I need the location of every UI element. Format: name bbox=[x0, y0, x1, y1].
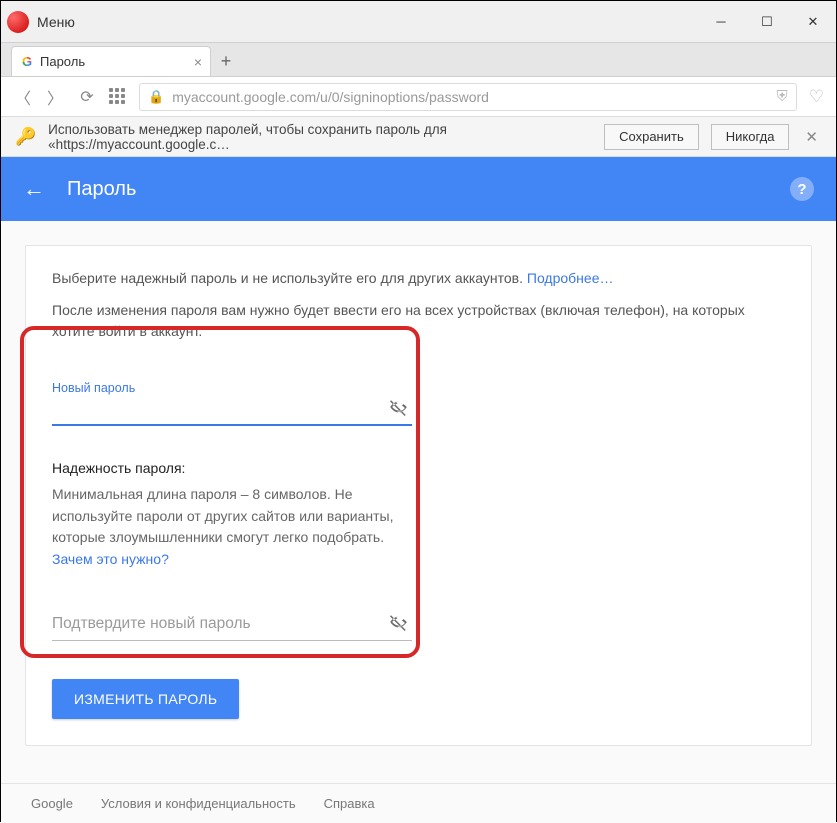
window-titlebar: Меню ─ ☐ ✕ bbox=[1, 1, 836, 43]
forward-button[interactable]: 〉 bbox=[45, 85, 65, 109]
tab-strip: G Пароль × + bbox=[1, 43, 836, 77]
footer-privacy-link[interactable]: Условия и конфиденциальность bbox=[101, 796, 296, 811]
never-save-button[interactable]: Никогда bbox=[711, 124, 790, 150]
learn-more-link[interactable]: Подробнее… bbox=[527, 270, 614, 286]
back-button[interactable]: 〈 bbox=[13, 85, 33, 109]
reload-button[interactable]: ⟳ bbox=[77, 87, 97, 107]
close-bar-icon[interactable]: ✕ bbox=[801, 128, 822, 146]
lock-icon: 🔒 bbox=[148, 89, 164, 105]
tab-active[interactable]: G Пароль × bbox=[11, 46, 211, 76]
shield-icon[interactable]: ⛨ bbox=[776, 88, 787, 105]
toggle-visibility-icon[interactable] bbox=[388, 396, 410, 418]
close-window-button[interactable]: ✕ bbox=[790, 1, 836, 43]
new-password-field: Новый пароль bbox=[52, 385, 412, 426]
strength-body: Минимальная длина пароля – 8 символов. Н… bbox=[52, 484, 412, 571]
tab-close-icon[interactable]: × bbox=[194, 54, 202, 70]
change-password-button[interactable]: ИЗМЕНИТЬ ПАРОЛЬ bbox=[52, 679, 239, 719]
page-footer: Google Условия и конфиденциальность Спра… bbox=[1, 783, 836, 823]
intro-text: Выберите надежный пароль и не используйт… bbox=[52, 268, 785, 343]
page-title: Пароль bbox=[67, 178, 136, 201]
password-strength-block: Надежность пароля: Минимальная длина пар… bbox=[52, 460, 412, 571]
save-password-button[interactable]: Сохранить bbox=[604, 124, 699, 150]
intro-line1: Выберите надежный пароль и не используйт… bbox=[52, 270, 523, 286]
footer-brand[interactable]: Google bbox=[31, 796, 73, 811]
minimize-button[interactable]: ─ bbox=[698, 1, 744, 43]
password-manager-text: Использовать менеджер паролей, чтобы сох… bbox=[48, 122, 580, 152]
toggle-visibility-confirm-icon[interactable] bbox=[388, 611, 410, 633]
google-favicon-icon: G bbox=[20, 55, 34, 69]
new-tab-button[interactable]: + bbox=[211, 46, 241, 76]
maximize-button[interactable]: ☐ bbox=[744, 1, 790, 43]
confirm-password-field: Подтвердите новый пароль bbox=[52, 609, 412, 641]
new-password-label: Новый пароль bbox=[52, 381, 135, 395]
tab-title: Пароль bbox=[40, 54, 85, 69]
strength-heading: Надежность пароля: bbox=[52, 460, 412, 476]
bookmark-heart-icon[interactable]: ♡ bbox=[809, 87, 824, 107]
window-controls: ─ ☐ ✕ bbox=[698, 1, 836, 42]
help-icon[interactable]: ? bbox=[790, 177, 814, 201]
url-field[interactable]: 🔒 myaccount.google.com/u/0/signinoptions… bbox=[139, 83, 797, 111]
address-bar-row: 〈 〉 ⟳ 🔒 myaccount.google.com/u/0/signino… bbox=[1, 77, 836, 117]
page-header: ← Пароль ? bbox=[1, 157, 836, 221]
password-form: Новый пароль Надежность пароля: Минималь… bbox=[52, 385, 412, 719]
back-arrow-icon[interactable]: ← bbox=[23, 176, 45, 202]
menu-label[interactable]: Меню bbox=[37, 14, 75, 30]
url-text: myaccount.google.com/u/0/signinoptions/p… bbox=[172, 89, 489, 105]
content-area: Выберите надежный пароль и не используйт… bbox=[1, 221, 836, 783]
speed-dial-icon[interactable] bbox=[109, 88, 127, 106]
confirm-password-input[interactable] bbox=[52, 609, 412, 641]
intro-line2: После изменения пароля вам нужно будет в… bbox=[52, 300, 785, 343]
password-card: Выберите надежный пароль и не используйт… bbox=[25, 245, 812, 746]
why-needed-link[interactable]: Зачем это нужно? bbox=[52, 551, 169, 567]
password-manager-bar: 🔑 Использовать менеджер паролей, чтобы с… bbox=[1, 117, 836, 157]
footer-help-link[interactable]: Справка bbox=[324, 796, 375, 811]
opera-logo-icon bbox=[7, 11, 29, 33]
key-icon: 🔑 bbox=[15, 127, 36, 147]
